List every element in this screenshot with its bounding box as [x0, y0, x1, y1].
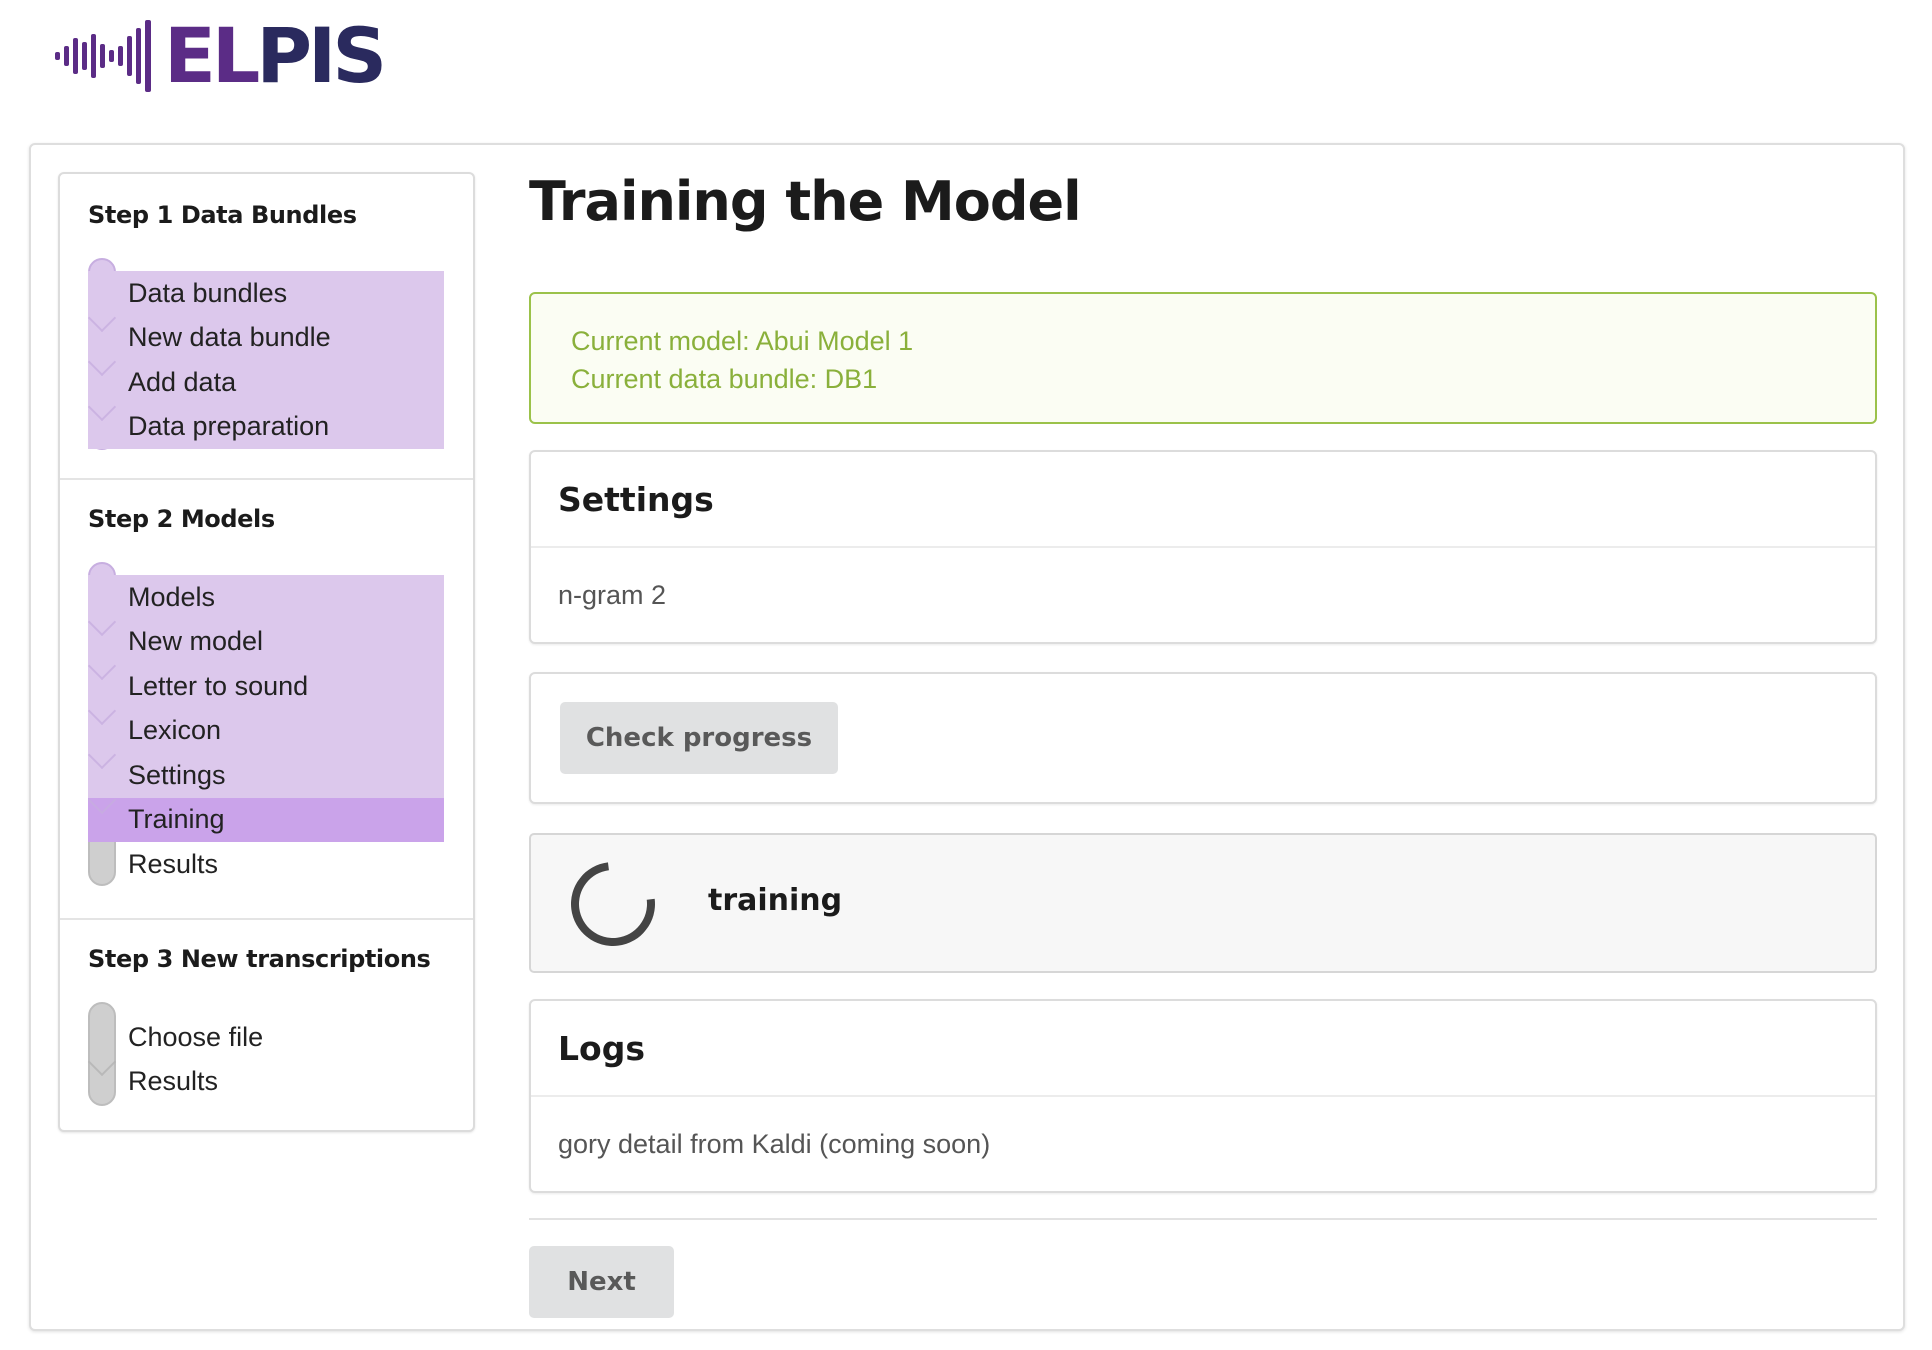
sidebar-item-settings[interactable]: Settings: [87, 740, 444, 798]
sidebar-item-label: Data bundles: [128, 277, 288, 308]
sidebar-item-label: New data bundle: [128, 322, 331, 353]
progress-card: Check progress: [529, 672, 1877, 804]
divider: [529, 1218, 1877, 1220]
step-2-section: Step 2 Models Models New model Letter to…: [60, 478, 473, 918]
sidebar-item-label: New model: [128, 626, 264, 657]
step-1-title: Step 1 Data Bundles: [88, 201, 357, 229]
settings-heading: Settings: [531, 452, 1875, 548]
check-progress-button[interactable]: Check progress: [560, 702, 838, 774]
step-1-list: Data bundles New data bundle Add data Da…: [87, 258, 444, 450]
status-text: training: [708, 883, 843, 918]
loading-spinner-icon: [554, 845, 672, 963]
sidebar-item-label: Training: [128, 804, 225, 835]
training-status: training: [529, 833, 1877, 973]
current-bundle-text: Current data bundle: DB1: [571, 364, 878, 394]
sidebar-item-new-model[interactable]: New model: [87, 607, 444, 664]
sidebar-item-data-bundles[interactable]: Data bundles: [88, 271, 444, 316]
next-button[interactable]: Next: [529, 1246, 674, 1318]
page-title: Training the Model: [529, 170, 1082, 233]
sidebar-item-add-data[interactable]: Add data: [87, 347, 444, 405]
sidebar-item-label: Settings: [128, 759, 226, 790]
sidebar-item-results[interactable]: Results: [88, 842, 444, 887]
sidebar-item-label: Results: [128, 1066, 219, 1097]
logo-text-pis: PIS: [256, 11, 387, 100]
sidebar-item-label: Lexicon: [128, 715, 222, 746]
sidebar-item-label: Letter to sound: [128, 670, 309, 701]
current-model-text: Current model: Abui Model 1: [571, 326, 914, 356]
sidebar-item-label: Results: [128, 848, 219, 879]
step-2-list: Models New model Letter to sound Lexicon…: [87, 562, 444, 887]
steps-sidebar: Step 1 Data Bundles Data bundles New dat…: [58, 172, 475, 1132]
sidebar-item-training[interactable]: Training: [87, 785, 444, 842]
sidebar-item-choose-file[interactable]: Choose file: [88, 1015, 444, 1060]
sidebar-item-label: Models: [128, 581, 216, 612]
step-2-title: Step 2 Models: [88, 505, 275, 533]
step-3-section: Step 3 New transcriptions Choose file Re…: [60, 918, 473, 1130]
sidebar-item-label: Choose file: [128, 1021, 264, 1052]
settings-card: Settings n-gram 2: [529, 450, 1877, 644]
sidebar-item-transcription-results[interactable]: Results: [87, 1047, 444, 1105]
settings-value: n-gram 2: [558, 579, 667, 610]
step-3-title: Step 3 New transcriptions: [88, 945, 431, 973]
logo-text: ELPIS: [164, 18, 387, 94]
logs-text: gory detail from Kaldi (coming soon): [558, 1128, 991, 1159]
sidebar-item-letter-to-sound[interactable]: Letter to sound: [87, 651, 444, 709]
logs-heading: Logs: [531, 1001, 1875, 1097]
logo-text-el: EL: [164, 11, 260, 100]
sidebar-item-models[interactable]: Models: [88, 575, 444, 620]
step-3-list: Choose file Results: [87, 1002, 444, 1106]
sidebar-item-data-preparation[interactable]: Data preparation: [87, 392, 444, 449]
current-model-message: Current model: Abui Model 1 Current data…: [529, 292, 1877, 424]
sidebar-item-label: Add data: [128, 366, 237, 397]
sidebar-item-new-data-bundle[interactable]: New data bundle: [87, 303, 444, 360]
app-frame: Step 1 Data Bundles Data bundles New dat…: [29, 143, 1905, 1331]
sidebar-item-lexicon[interactable]: Lexicon: [87, 696, 444, 753]
logs-card: Logs gory detail from Kaldi (coming soon…: [529, 999, 1877, 1193]
step-1-section: Step 1 Data Bundles Data bundles New dat…: [60, 174, 473, 478]
sidebar-item-label: Data preparation: [128, 411, 330, 442]
